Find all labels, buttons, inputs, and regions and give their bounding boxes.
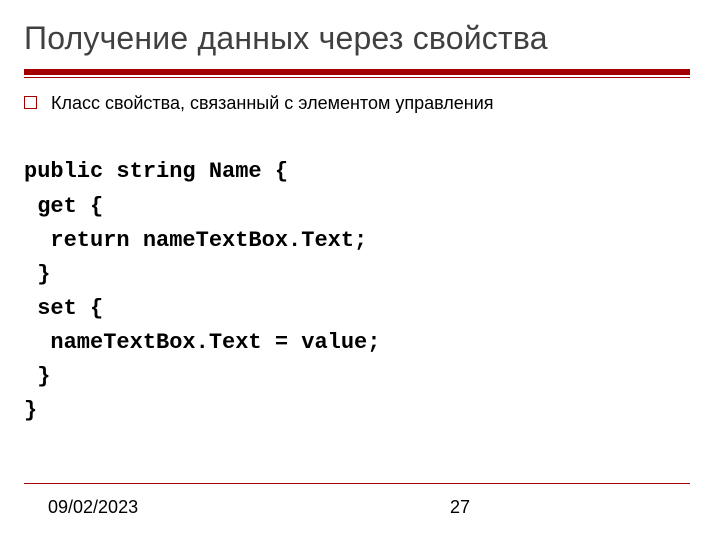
- square-bullet-icon: [24, 96, 37, 109]
- code-line: return nameTextBox.Text;: [24, 228, 367, 253]
- footer-date: 09/02/2023: [48, 497, 138, 518]
- footer-divider: [24, 483, 690, 484]
- code-line: set {: [24, 296, 103, 321]
- code-line: }: [24, 398, 37, 423]
- code-line: }: [24, 262, 50, 287]
- slide-title: Получение данных через свойства: [0, 0, 720, 63]
- bullet-text: Класс свойства, связанный с элементом уп…: [51, 92, 494, 115]
- slide: Получение данных через свойства Класс св…: [0, 0, 720, 540]
- code-block: public string Name { get { return nameTe…: [24, 121, 690, 462]
- code-line: nameTextBox.Text = value;: [24, 330, 380, 355]
- slide-body: Класс свойства, связанный с элементом уп…: [0, 78, 720, 462]
- code-line: public string Name {: [24, 159, 288, 184]
- title-divider-thick: [24, 69, 690, 75]
- footer-page-number: 27: [450, 497, 470, 518]
- bullet-item: Класс свойства, связанный с элементом уп…: [24, 92, 690, 115]
- code-line: }: [24, 364, 50, 389]
- code-line: get {: [24, 194, 103, 219]
